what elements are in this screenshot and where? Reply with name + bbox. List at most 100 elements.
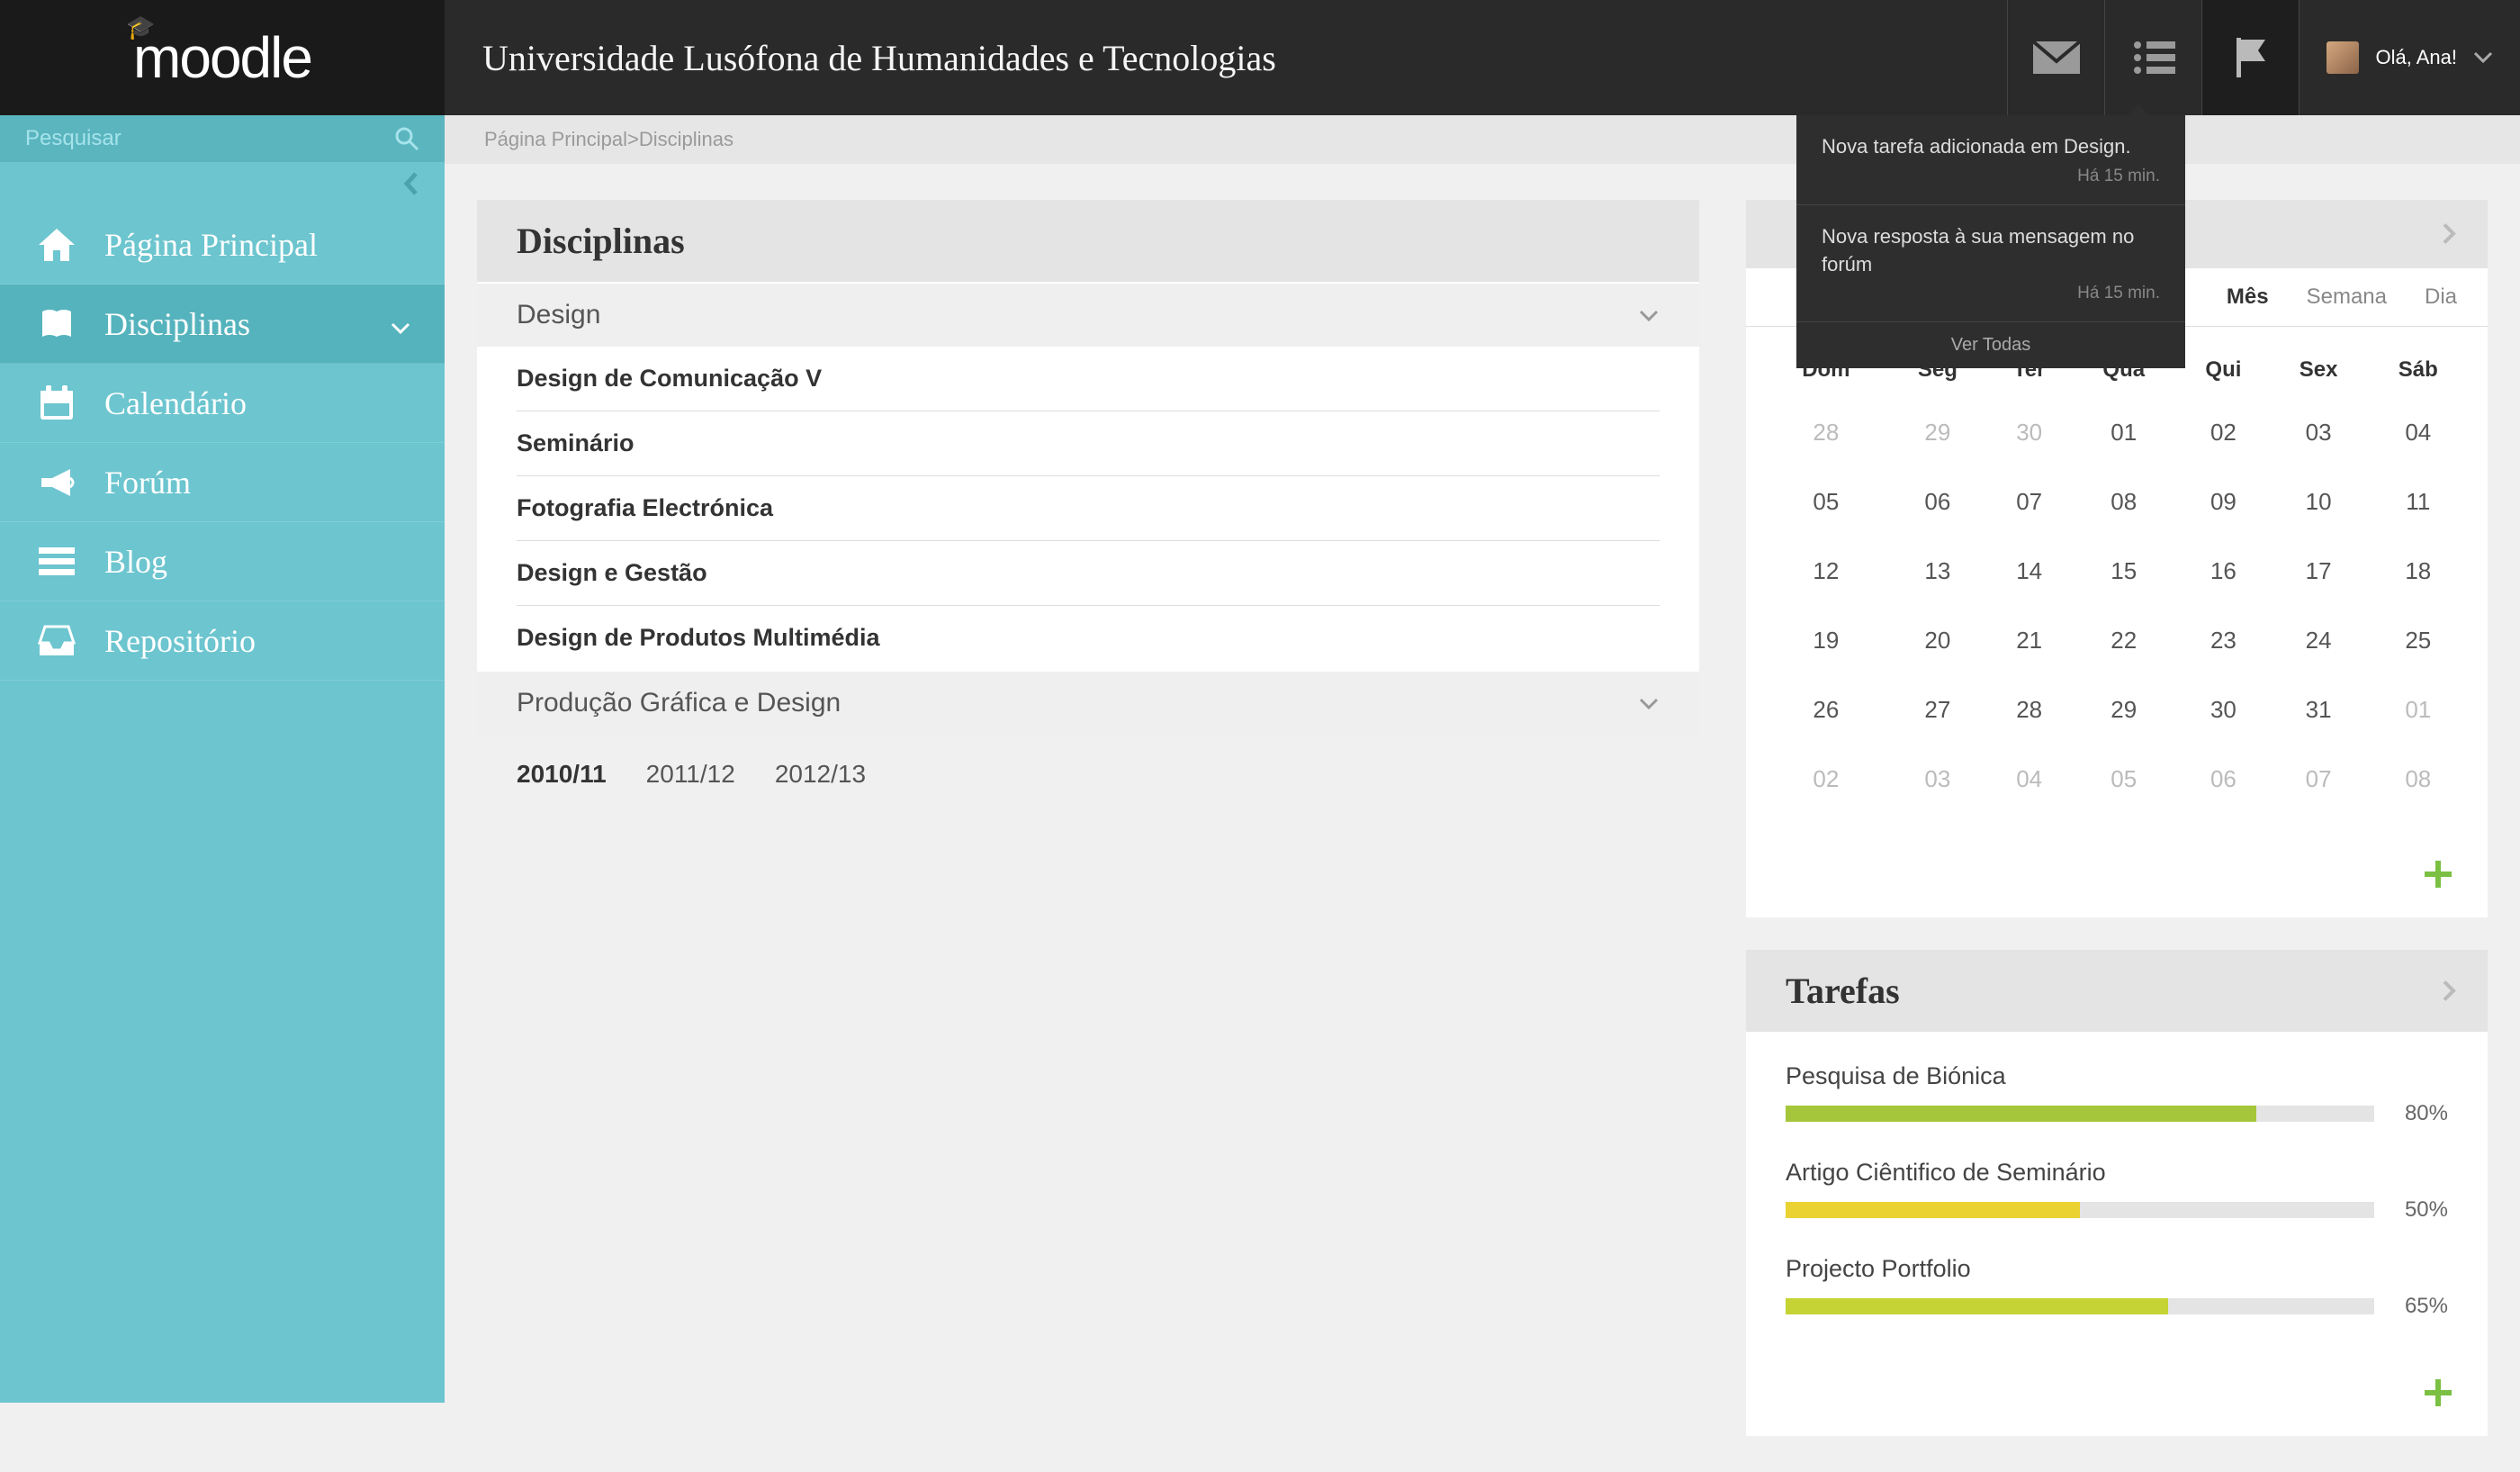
course-item[interactable]: Design e Gestão: [517, 541, 1660, 606]
calendar-day[interactable]: 30: [1989, 399, 2069, 466]
list-button[interactable]: [2104, 0, 2201, 115]
calendar-day[interactable]: 03: [2271, 399, 2367, 466]
calendar-day[interactable]: 18: [2369, 537, 2468, 605]
calendar-day[interactable]: 13: [1888, 537, 1987, 605]
calendar-day[interactable]: 31: [2271, 676, 2367, 744]
breadcrumb-root[interactable]: Página Principal: [484, 128, 627, 151]
home-icon: [34, 227, 79, 263]
calendar-day[interactable]: 21: [1989, 607, 2069, 674]
calendar-day[interactable]: 04: [2369, 399, 2468, 466]
weekday-header: Sáb: [2369, 343, 2468, 397]
calendar-day[interactable]: 08: [2369, 745, 2468, 813]
calendar-day[interactable]: 29: [2071, 676, 2176, 744]
year-tab[interactable]: 2012/13: [775, 760, 866, 789]
notification-time: Há 15 min.: [1822, 167, 2160, 186]
calendar-tab[interactable]: Semana: [2307, 284, 2387, 310]
notification-item[interactable]: Nova resposta à sua mensagem no forúmHá …: [1796, 205, 2185, 323]
calendar-day[interactable]: 02: [1766, 745, 1886, 813]
task-percent: 65%: [2392, 1294, 2448, 1319]
progress-bar: [1786, 1106, 2374, 1122]
chevron-right-icon[interactable]: [2441, 970, 2457, 1012]
add-task-button[interactable]: [1746, 1360, 2488, 1436]
calendar-day[interactable]: 28: [1989, 676, 2069, 744]
calendar-day[interactable]: 01: [2071, 399, 2176, 466]
calendar-day[interactable]: 05: [1766, 468, 1886, 536]
task-item[interactable]: Pesquisa de Biónica80%: [1786, 1062, 2448, 1126]
calendar-day[interactable]: 26: [1766, 676, 1886, 744]
course-item[interactable]: Design de Produtos Multimédia: [517, 606, 1660, 670]
calendar-day[interactable]: 04: [1989, 745, 2069, 813]
page-title: Disciplinas: [477, 200, 1699, 282]
header: 🎓moodle Universidade Lusófona de Humanid…: [0, 0, 2520, 115]
calendar-day[interactable]: 14: [1989, 537, 2069, 605]
task-name: Artigo Ciêntifico de Seminário: [1786, 1159, 2448, 1187]
calendar-day[interactable]: 06: [2178, 745, 2268, 813]
sidebar-item-label: Página Principal: [104, 226, 318, 264]
calendar-day[interactable]: 03: [1888, 745, 1987, 813]
calendar-tab[interactable]: Mês: [2227, 284, 2269, 310]
sidebar-item-calendar[interactable]: Calendário: [0, 364, 445, 443]
calendar-day[interactable]: 23: [2178, 607, 2268, 674]
sidebar-item-horn[interactable]: Forúm: [0, 443, 445, 522]
calendar-day[interactable]: 22: [2071, 607, 2176, 674]
calendar-day[interactable]: 20: [1888, 607, 1987, 674]
calendar-day[interactable]: 27: [1888, 676, 1987, 744]
year-tab[interactable]: 2010/11: [517, 760, 607, 789]
calendar-day[interactable]: 07: [1989, 468, 2069, 536]
task-percent: 80%: [2392, 1101, 2448, 1126]
calendar-day[interactable]: 17: [2271, 537, 2367, 605]
sidebar: Página Principal DisciplinasCalendárioFor…: [0, 115, 445, 1403]
mail-button[interactable]: [2007, 0, 2104, 115]
main: Página Principal > Disciplinas Disciplin…: [445, 115, 2520, 1472]
logo[interactable]: 🎓moodle: [0, 0, 445, 115]
calendar-day[interactable]: 24: [2271, 607, 2367, 674]
task-item[interactable]: Artigo Ciêntifico de Seminário50%: [1786, 1159, 2448, 1223]
menu-icon: [34, 547, 79, 576]
calendar-day[interactable]: 07: [2271, 745, 2367, 813]
search-icon: [394, 126, 419, 151]
calendar-day[interactable]: 02: [2178, 399, 2268, 466]
university-title: Universidade Lusófona de Humanidades e T…: [445, 0, 2007, 115]
calendar-day[interactable]: 06: [1888, 468, 1987, 536]
search-input[interactable]: [25, 126, 394, 151]
sidebar-item-book[interactable]: Disciplinas: [0, 284, 445, 364]
view-all-notifications[interactable]: Ver Todas: [1796, 322, 2185, 368]
notifications-button[interactable]: [2201, 0, 2299, 115]
sidebar-item-label: Repositório: [104, 622, 256, 660]
calendar-day[interactable]: 05: [2071, 745, 2176, 813]
sidebar-item-home[interactable]: Página Principal: [0, 205, 445, 284]
course-item[interactable]: Seminário: [517, 411, 1660, 476]
calendar-day[interactable]: 30: [2178, 676, 2268, 744]
progress-bar: [1786, 1202, 2374, 1218]
course-section-header[interactable]: Design: [477, 282, 1699, 347]
course-item[interactable]: Design de Comunicação V: [517, 347, 1660, 411]
year-tab[interactable]: 2011/12: [646, 760, 735, 789]
calendar-day[interactable]: 19: [1766, 607, 1886, 674]
greeting-text: Olá, Ana!: [2375, 46, 2457, 69]
add-event-button[interactable]: [1746, 842, 2488, 917]
sidebar-collapse-button[interactable]: [0, 162, 445, 205]
user-menu[interactable]: Olá, Ana!: [2299, 0, 2520, 115]
calendar-day[interactable]: 09: [2178, 468, 2268, 536]
calendar-tab[interactable]: Dia: [2425, 284, 2457, 310]
chevron-right-icon[interactable]: [2441, 213, 2457, 256]
calendar-day[interactable]: 28: [1766, 399, 1886, 466]
sidebar-item-menu[interactable]: Blog: [0, 522, 445, 601]
task-item[interactable]: Projecto Portfolio65%: [1786, 1255, 2448, 1319]
calendar: DomSegTerQuaQuiSexSáb2829300102030405060…: [1746, 327, 2488, 842]
course-item[interactable]: Fotografia Electrónica: [517, 476, 1660, 541]
sidebar-item-inbox[interactable]: Repositório: [0, 601, 445, 681]
calendar-day[interactable]: 25: [2369, 607, 2468, 674]
course-section-header[interactable]: Produção Gráfica e Design: [477, 670, 1699, 735]
weekday-header: Sex: [2271, 343, 2367, 397]
calendar-day[interactable]: 01: [2369, 676, 2468, 744]
notification-item[interactable]: Nova tarefa adicionada em Design.Há 15 m…: [1796, 115, 2185, 205]
calendar-day[interactable]: 08: [2071, 468, 2176, 536]
calendar-day[interactable]: 10: [2271, 468, 2367, 536]
calendar-day[interactable]: 15: [2071, 537, 2176, 605]
calendar-day[interactable]: 11: [2369, 468, 2468, 536]
calendar-day[interactable]: 16: [2178, 537, 2268, 605]
calendar-day[interactable]: 12: [1766, 537, 1886, 605]
graduation-cap-icon: 🎓: [126, 14, 153, 41]
calendar-day[interactable]: 29: [1888, 399, 1987, 466]
